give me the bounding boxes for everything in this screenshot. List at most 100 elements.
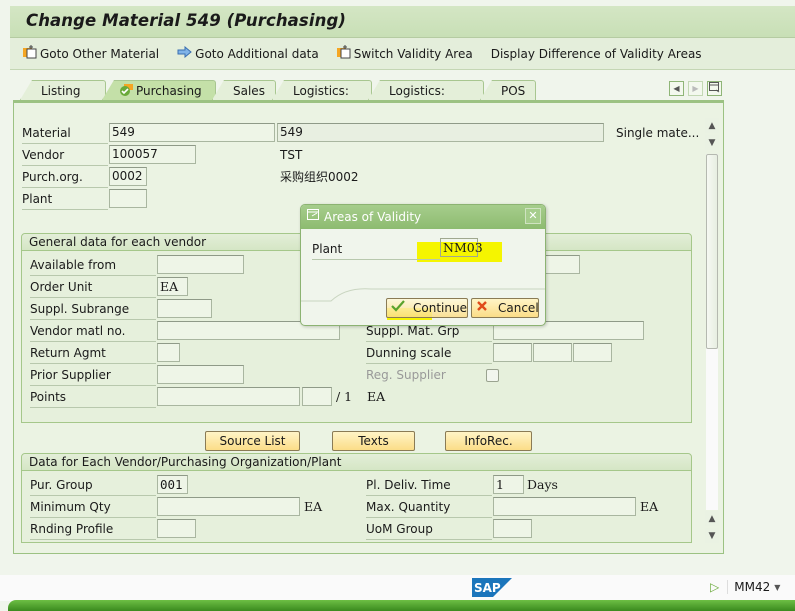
tab-list-button[interactable] (707, 81, 722, 96)
cancel-x-icon (476, 299, 488, 317)
points-per-text: / 1 (336, 389, 353, 404)
transaction-code[interactable]: MM42 (727, 580, 770, 594)
checkmark-icon (391, 299, 405, 317)
prior-supplier-field[interactable] (157, 365, 244, 384)
max-quantity-field[interactable] (493, 497, 636, 516)
chevron-down-icon[interactable]: ▼ (774, 583, 780, 592)
pl-deliv-time-field[interactable]: 1 (493, 475, 524, 494)
plant-label: Plant (22, 189, 108, 210)
minimum-qty-uom-text: EA (304, 499, 323, 514)
tab-listing[interactable]: Listing (20, 80, 106, 100)
tab-logistics-store[interactable]: Logistics: Store (368, 80, 484, 100)
dialog-plant-field[interactable]: NM03 (440, 238, 483, 257)
uom-group-field[interactable] (493, 519, 532, 538)
other-object-icon (336, 45, 351, 62)
suppl-subrange-label: Suppl. Subrange (30, 299, 156, 320)
transaction-code-area: ▷ MM42 ▼ (710, 580, 780, 594)
material-field[interactable]: 549 (109, 123, 275, 142)
minimum-qty-field[interactable] (157, 497, 300, 516)
dialog-title-bar[interactable]: Areas of Validity (301, 205, 545, 229)
purch-org-field[interactable]: 0002 (109, 167, 147, 186)
scroll-down-button[interactable]: ▼ (705, 135, 719, 150)
tab-logistics-dc[interactable]: Logistics: DC (272, 80, 372, 100)
dialog-title: Areas of Validity (324, 210, 422, 224)
available-from-field[interactable] (157, 255, 244, 274)
purch-org-label: Purch.org. (22, 167, 108, 188)
deliv-time-unit-text: Days (527, 477, 558, 492)
goto-additional-data-button[interactable]: Goto Additional data (177, 45, 319, 61)
pl-deliv-time-label: Pl. Deliv. Time (366, 475, 492, 496)
pur-group-field[interactable]: 001 (157, 475, 188, 494)
triangle-left-icon: ◀ (673, 84, 680, 93)
vendor-name-text: TST (280, 148, 303, 162)
scroll-track[interactable] (706, 154, 718, 510)
order-unit-field[interactable]: EA (157, 277, 188, 296)
dialog-icon (307, 205, 320, 229)
material-description-field[interactable]: 549 (277, 123, 604, 142)
arrow-right-icon (177, 45, 192, 61)
tab-scroll-left-button[interactable]: ◀ (669, 81, 684, 96)
triangle-up-icon: ▲ (708, 513, 716, 524)
vendor-field[interactable]: 100057 (109, 145, 196, 164)
svg-text:SAP: SAP (474, 581, 501, 595)
group-title: Data for Each Vendor/Purchasing Organiza… (22, 454, 691, 471)
plant-field[interactable] (109, 189, 147, 208)
application-toolbar: Goto Other Material Goto Additional data… (10, 38, 795, 70)
scroll-up-button[interactable]: ▲ (705, 118, 719, 133)
display-difference-validity-areas-button[interactable]: Display Difference of Validity Areas (491, 47, 702, 61)
tab-scroll-right-button[interactable]: ▶ (688, 81, 703, 96)
vendor-label: Vendor (22, 145, 108, 166)
points-field[interactable] (157, 387, 300, 406)
goto-other-material-button[interactable]: Goto Other Material (23, 45, 159, 62)
return-agmt-label: Return Agmt (30, 343, 156, 364)
points-uom-text: EA (367, 389, 386, 404)
status-bar (0, 575, 795, 601)
areas-of-validity-dialog: Areas of Validity ✕ Plant NM03 Continue … (300, 204, 546, 326)
inforec-button[interactable]: InfoRec. (445, 431, 532, 451)
available-from-label: Available from (30, 255, 156, 276)
reg-supplier-label: Reg. Supplier (366, 368, 446, 382)
bottom-green-bar (8, 600, 795, 611)
triangle-down-icon: ▼ (708, 530, 716, 541)
dunning-scale-field-3[interactable] (573, 343, 612, 362)
tab-strip: Listing Purchasing Sales Logistics: DC L… (20, 80, 536, 100)
suppl-subrange-field[interactable] (157, 299, 212, 318)
material-label: Material (22, 123, 108, 144)
triangle-right-icon: ▶ (692, 84, 699, 93)
dunning-scale-label: Dunning scale (366, 343, 492, 364)
tab-pos[interactable]: POS (480, 80, 536, 100)
other-object-icon (23, 45, 37, 62)
rnding-profile-field[interactable] (157, 519, 196, 538)
tab-sales[interactable]: Sales (212, 80, 276, 100)
minimum-qty-label: Minimum Qty (30, 497, 156, 518)
continue-button[interactable]: Continue (386, 298, 468, 318)
tab-purchasing[interactable]: Purchasing (102, 80, 216, 100)
close-icon[interactable]: ✕ (525, 208, 541, 224)
texts-button[interactable]: Texts (332, 431, 415, 451)
pur-group-label: Pur. Group (30, 475, 156, 496)
purch-org-name-text: 采购组织0002 (280, 170, 359, 184)
return-agmt-field[interactable] (157, 343, 180, 362)
reg-supplier-checkbox[interactable] (486, 369, 499, 382)
source-list-button[interactable]: Source List (205, 431, 300, 451)
max-quantity-label: Max. Quantity (366, 497, 492, 518)
max-quantity-uom-text: EA (640, 499, 659, 514)
tab-navigation: ◀ ▶ (665, 81, 722, 96)
switch-validity-area-button[interactable]: Switch Validity Area (336, 45, 473, 62)
scroll-page-down-button[interactable]: ▼ (705, 528, 719, 543)
title-bar: Change Material 549 (Purchasing) (10, 6, 795, 38)
page-title: Change Material 549 (Purchasing) (26, 11, 346, 30)
points-label: Points (30, 387, 156, 408)
triangle-up-icon: ▲ (708, 120, 716, 131)
scroll-page-up-button[interactable]: ▲ (705, 511, 719, 526)
scroll-thumb[interactable] (706, 154, 718, 349)
vendor-matl-no-label: Vendor matl no. (30, 321, 156, 342)
triangle-down-icon: ▼ (708, 137, 716, 148)
play-triangle-icon[interactable]: ▷ (710, 580, 719, 594)
cancel-button[interactable]: Cancel (471, 298, 539, 318)
points-unit-field[interactable] (302, 387, 332, 406)
vertical-scrollbar[interactable]: ▲ ▼ ▲ ▼ (705, 118, 719, 543)
tab-list-icon (709, 82, 720, 95)
dunning-scale-field-1[interactable] (493, 343, 532, 362)
dunning-scale-field-2[interactable] (533, 343, 572, 362)
